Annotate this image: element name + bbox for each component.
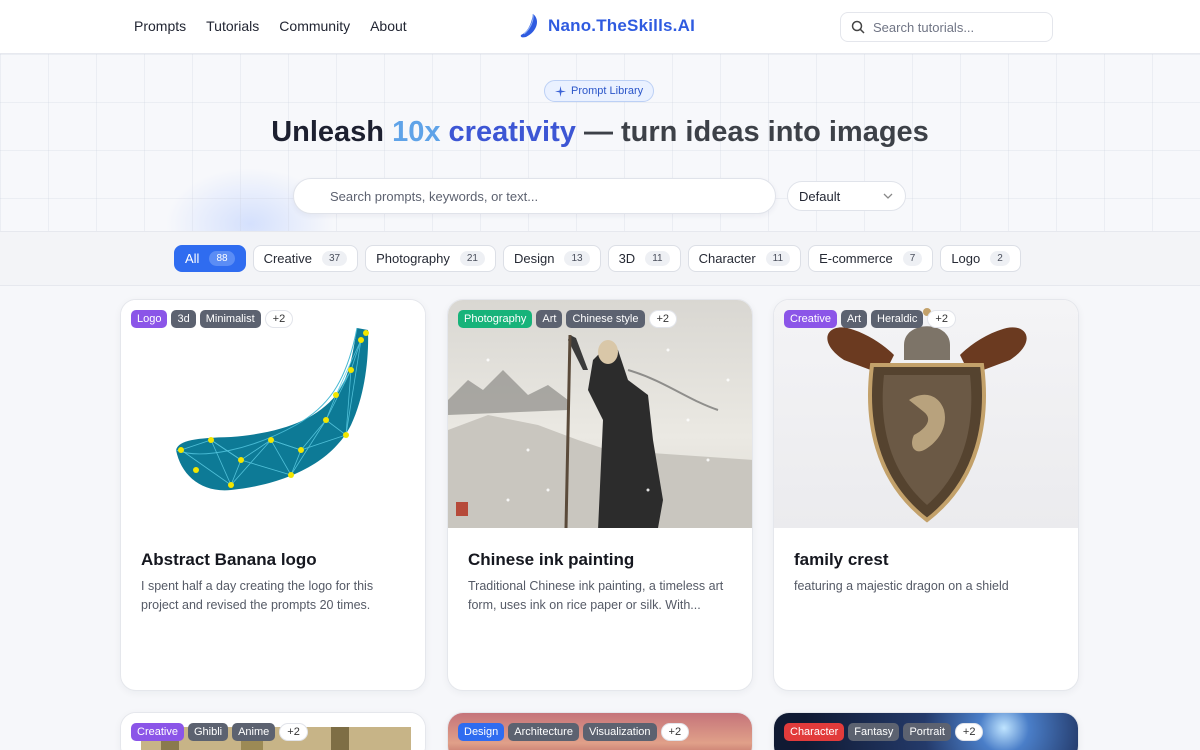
category-count-badge: 37 <box>322 251 348 266</box>
tag-badge: Chinese style <box>566 310 645 328</box>
brand-logo[interactable]: Nano.TheSkills.AI <box>518 13 695 39</box>
category-filter-character[interactable]: Character 11 <box>687 245 802 272</box>
category-filter-all[interactable]: All 88 <box>174 245 246 272</box>
category-count-badge: 11 <box>765 251 791 266</box>
hero-title-accent-creativity: creativity <box>440 116 576 148</box>
more-tags-badge: +2 <box>660 723 690 741</box>
hero-title-rest: — turn ideas into images <box>575 116 929 148</box>
sparkle-icon <box>555 85 566 97</box>
category-label: 3D <box>618 251 636 266</box>
category-label: Logo <box>951 251 981 266</box>
tag-badge: Architecture <box>508 723 579 741</box>
tag-badge: Minimalist <box>199 310 261 328</box>
card-description: Traditional Chinese ink painting, a time… <box>468 579 724 612</box>
main-nav: Prompts Tutorials Community About <box>134 18 407 34</box>
search-icon <box>851 20 865 34</box>
card-tags: Design Architecture Visualization +2 <box>458 723 690 741</box>
tutorial-search[interactable] <box>840 12 1053 42</box>
prompt-card[interactable]: Photography Art Chinese style +2 Chinese in… <box>447 299 753 691</box>
category-label: Design <box>513 251 555 266</box>
more-tags-badge: +2 <box>954 723 984 741</box>
category-label: Creative <box>263 251 312 266</box>
tag-badge: Design <box>458 723 505 741</box>
prompt-search[interactable] <box>293 178 776 214</box>
card-description: featuring a majestic dragon on a shield <box>794 579 1009 593</box>
prompt-card[interactable]: Character Fantasy Portrait +2 <box>773 712 1079 750</box>
prompt-card[interactable]: Creative Art Heraldic +2 family crest featu… <box>773 299 1079 691</box>
category-count-badge: 13 <box>564 251 590 266</box>
tag-badge: Anime <box>232 723 276 741</box>
prompt-library-badge: Prompt Library <box>544 80 655 102</box>
prompt-search-input[interactable] <box>330 188 750 204</box>
sort-dropdown[interactable]: Default <box>787 181 906 211</box>
nav-link-community[interactable]: Community <box>279 18 350 34</box>
card-image-banana-logo <box>121 300 425 528</box>
category-count-badge: 11 <box>645 251 670 266</box>
sort-value: Default <box>799 188 841 204</box>
card-title: family crest <box>794 550 889 569</box>
category-filter-design[interactable]: Design 13 <box>502 245 601 272</box>
card-tags: Logo 3d Minimalist +2 <box>131 310 294 328</box>
tag-badge: Ghibli <box>187 723 229 741</box>
hero-title-part1: Unleash <box>271 116 393 148</box>
brand-name: Nano.TheSkills.AI <box>548 16 695 35</box>
tag-badge: Portrait <box>903 723 951 741</box>
nav-link-prompts[interactable]: Prompts <box>134 18 186 34</box>
card-tags: Character Fantasy Portrait +2 <box>784 723 984 741</box>
prompt-card[interactable]: Creative Ghibli Anime +2 <box>120 712 426 750</box>
tag-badge: 3d <box>171 310 196 328</box>
tag-badge: Art <box>840 310 868 328</box>
card-title: Abstract Banana logo <box>141 550 317 569</box>
category-label: Character <box>698 251 756 266</box>
tag-badge: Creative <box>131 723 184 741</box>
category-count-badge: 2 <box>990 251 1010 266</box>
tag-badge: Photography <box>458 310 533 328</box>
chevron-down-icon <box>883 193 893 199</box>
tag-badge: Creative <box>784 310 837 328</box>
hero-title: Unleash 10x creativity — turn ideas into… <box>0 116 1200 149</box>
top-nav: Prompts Tutorials Community About Nano.T… <box>0 0 1200 54</box>
hero-title-accent-10x: 10x <box>392 116 441 148</box>
card-description: I spent half a day creating the logo for… <box>141 579 374 612</box>
tag-badge: Fantasy <box>848 723 900 741</box>
hero-section: Prompt Library Unleash 10x creativity — … <box>0 54 1200 231</box>
tag-badge: Character <box>784 723 845 741</box>
category-count-badge: 21 <box>459 251 485 266</box>
category-count-badge: 7 <box>902 251 923 266</box>
category-count-badge: 88 <box>209 251 235 266</box>
more-tags-badge: +2 <box>927 310 956 328</box>
category-filter-logo[interactable]: Logo 2 <box>940 245 1021 272</box>
badge-label: Prompt Library <box>571 85 644 97</box>
feather-logo-icon <box>520 13 538 38</box>
more-tags-badge: +2 <box>279 723 308 741</box>
tag-badge: Visualization <box>582 723 657 741</box>
card-title: Chinese ink painting <box>468 550 635 569</box>
more-tags-badge: +2 <box>264 310 294 328</box>
category-label: Photography <box>376 251 450 266</box>
card-tags: Creative Ghibli Anime +2 <box>131 723 308 741</box>
card-image-chinese-ink-painting <box>448 300 752 528</box>
category-filter-e-commerce[interactable]: E-commerce 7 <box>808 245 934 272</box>
prompt-card[interactable]: Design Architecture Visualization +2 <box>447 712 753 750</box>
tutorial-search-input[interactable] <box>873 19 1033 35</box>
category-filter-bar: All 88 Creative 37 Photography 21 Design 13 3D 11… <box>0 231 1200 286</box>
card-image-family-crest <box>774 300 1078 528</box>
tag-badge: Heraldic <box>871 310 924 328</box>
category-filter-3d[interactable]: 3D 11 <box>607 245 681 272</box>
category-list: All 88 Creative 37 Photography 21 Design 13 3D 11… <box>174 245 1021 272</box>
prompt-card[interactable]: Logo 3d Minimalist +2 Abstract Banana logo … <box>120 299 426 691</box>
category-filter-creative[interactable]: Creative 37 <box>252 245 359 272</box>
tag-badge: Logo <box>131 310 168 328</box>
nav-link-about[interactable]: About <box>370 18 407 34</box>
more-tags-badge: +2 <box>648 310 678 328</box>
card-tags: Photography Art Chinese style +2 <box>458 310 678 328</box>
card-tags: Creative Art Heraldic +2 <box>784 310 956 328</box>
tag-badge: Art <box>536 310 563 328</box>
category-label: All <box>185 251 200 266</box>
category-label: E-commerce <box>819 251 893 266</box>
nav-link-tutorials[interactable]: Tutorials <box>206 18 259 34</box>
category-filter-photography[interactable]: Photography 21 <box>365 245 496 272</box>
